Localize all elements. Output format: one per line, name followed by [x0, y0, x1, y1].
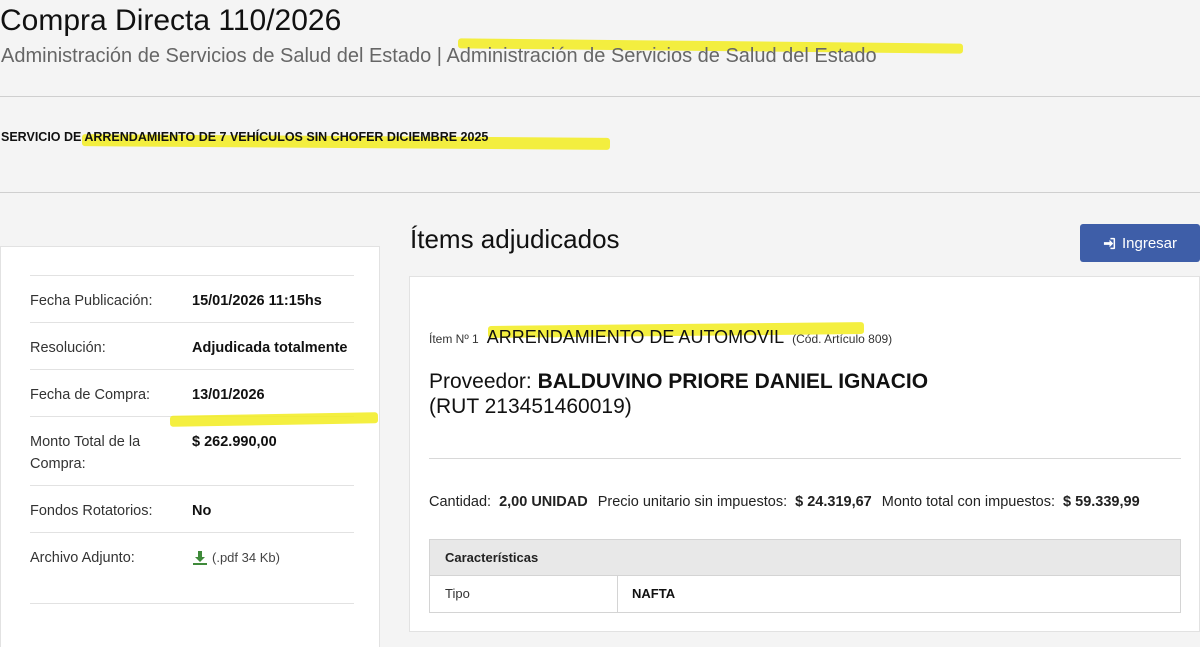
detail-row-fondos-rotatorios: Fondos Rotatorios: No — [30, 485, 354, 532]
detail-row-fecha-compra: Fecha de Compra: 13/01/2026 — [30, 369, 354, 416]
quantity-value: 2,00 UNIDAD — [499, 494, 588, 510]
sign-in-icon — [1103, 237, 1116, 249]
item-divider — [429, 458, 1181, 459]
provider-info: Proveedor: BALDUVINO PRIORE DANIEL IGNAC… — [429, 369, 929, 419]
total-value: $ 59.339,99 — [1063, 494, 1140, 510]
item-heading: Ítem Nº 1 ARRENDAMIENTO DE AUTOMOVIL (Có… — [429, 327, 892, 348]
login-button-label[interactable]: Ingresar — [1122, 235, 1177, 252]
item-amounts: Cantidad: 2,00 UNIDAD Precio unitario si… — [429, 494, 1142, 510]
detail-row-fecha-publicacion: Fecha Publicación: 15/01/2026 11:15hs — [30, 275, 354, 322]
detail-label: Archivo Adjunto: — [30, 550, 135, 566]
detail-row-archivo-adjunto: Archivo Adjunto: (.pdf 34 Kb) — [30, 532, 354, 579]
detail-value: $ 262.990,00 — [192, 434, 277, 450]
provider-label: Proveedor: — [429, 370, 532, 393]
features-header: Características — [430, 540, 1180, 576]
detail-row-monto-total: Monto Total de la Compra: $ 262.990,00 — [30, 412, 379, 485]
attachment-size[interactable]: (.pdf 34 Kb) — [212, 547, 280, 569]
detail-value: Adjudicada totalmente — [192, 340, 348, 356]
download-icon[interactable] — [192, 550, 208, 566]
total-label: Monto total con impuestos: — [881, 494, 1056, 510]
service-description: SERVICIO DE ARRENDAMIENTO DE 7 VEHÍCULOS… — [1, 130, 489, 144]
detail-value: No — [192, 503, 212, 519]
provider-name: BALDUVINO PRIORE DANIEL IGNACIO — [537, 370, 929, 393]
detail-label: Fecha de Compra: — [30, 387, 151, 403]
feature-row: Tipo NAFTA — [430, 576, 1180, 612]
item-name: ARRENDAMIENTO DE AUTOMOVIL — [486, 327, 785, 347]
feature-value: NAFTA — [632, 586, 676, 601]
login-button[interactable]: Ingresar — [1080, 224, 1200, 262]
purchase-details-card: Fecha Publicación: 15/01/2026 11:15hs Re… — [0, 246, 380, 647]
attachment-link[interactable]: (.pdf 34 Kb) — [192, 547, 354, 569]
detail-label: Fecha Publicación: — [30, 293, 153, 309]
detail-row-resolucion: Resolución: Adjudicada totalmente — [30, 322, 354, 369]
detail-value: 13/01/2026 — [192, 387, 265, 403]
page-subtitle: Administración de Servicios de Salud del… — [1, 45, 877, 67]
item-code: (Cód. Artículo 809) — [792, 332, 893, 346]
features-table: Características Tipo NAFTA — [429, 539, 1181, 613]
details-table-end — [30, 603, 354, 604]
header-divider — [0, 96, 1200, 97]
detail-value: 15/01/2026 11:15hs — [192, 293, 322, 309]
detail-label: Fondos Rotatorios: — [30, 503, 153, 519]
highlight-mark — [169, 412, 379, 427]
item-number: Ítem Nº 1 — [429, 332, 479, 346]
page-title: Compra Directa 110/2026 — [0, 4, 342, 37]
awarded-item-card: Ítem Nº 1 ARRENDAMIENTO DE AUTOMOVIL (Có… — [409, 276, 1200, 632]
provider-rut: (RUT 213451460019) — [429, 395, 632, 418]
details-table: Fecha Publicación: 15/01/2026 11:15hs Re… — [30, 275, 379, 604]
unit-price-label: Precio unitario sin impuestos: — [597, 494, 788, 510]
service-divider — [0, 192, 1200, 193]
detail-label: Monto Total de la Compra: — [30, 434, 141, 472]
items-section-title: Ítems adjudicados — [410, 224, 620, 254]
detail-label: Resolución: — [30, 340, 106, 356]
feature-key: Tipo — [430, 576, 618, 612]
unit-price-value: $ 24.319,67 — [795, 494, 872, 510]
quantity-label: Cantidad: — [429, 494, 492, 510]
